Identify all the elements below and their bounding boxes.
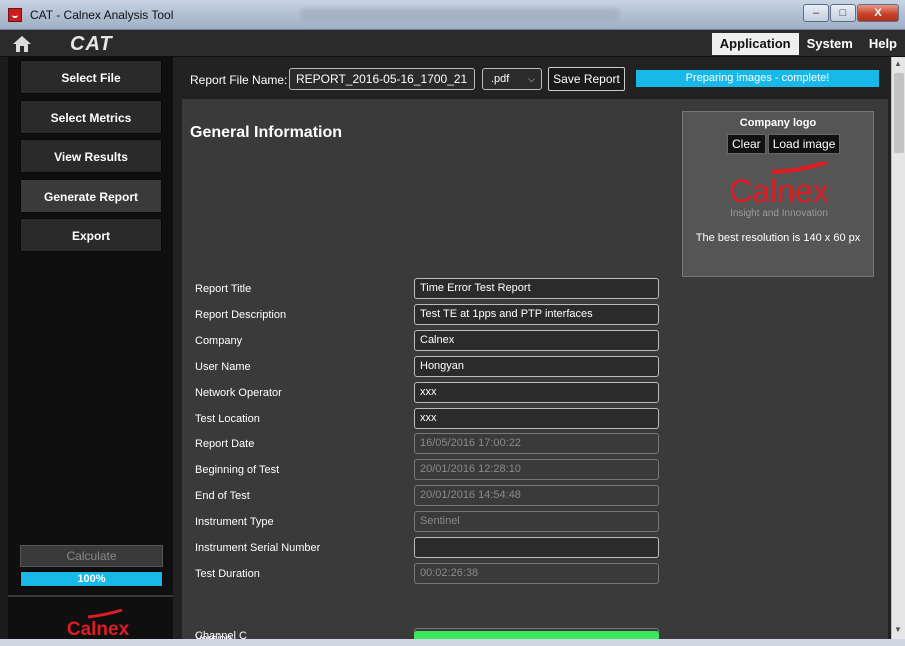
field-input: Sentinel — [414, 511, 659, 532]
field-input[interactable]: Test TE at 1pps and PTP interfaces — [414, 304, 659, 325]
field-label: Report Description — [195, 309, 287, 321]
file-name-label: Report File Name: — [190, 73, 288, 87]
menu-help[interactable]: Help — [861, 33, 905, 55]
sidebar-item-view-results[interactable]: View Results — [20, 139, 162, 173]
field-row: Report Description Test TE at 1pps and PT… — [182, 304, 672, 326]
menu-system[interactable]: System — [799, 33, 861, 55]
page-title: General Information — [190, 124, 343, 141]
field-label: Instrument Serial Number — [195, 542, 321, 554]
field-input: 20/01/2016 14:54:48 — [414, 485, 659, 506]
scrollbar[interactable]: ▲ ▼ — [891, 57, 905, 639]
field-row: Report Title Time Error Test Report — [182, 278, 672, 300]
sidebar-item-select-file[interactable]: Select File — [20, 60, 162, 94]
result-status-field — [414, 631, 659, 639]
menu-application[interactable]: Application — [711, 33, 799, 55]
field-row: Network Operator xxx — [182, 382, 672, 404]
maximize-button[interactable]: □ — [830, 4, 856, 22]
general-info-panel: General Information Company logo Clear L… — [182, 99, 888, 639]
sidebar-item-generate-report[interactable]: Generate Report — [20, 179, 162, 213]
field-input[interactable]: Calnex — [414, 330, 659, 351]
field-row: User Name Hongyan — [182, 356, 672, 378]
field-label: Beginning of Test — [195, 464, 280, 476]
field-row: Report Date 16/05/2016 17:00:22 — [182, 433, 672, 455]
extension-value: .pdf — [491, 73, 510, 85]
field-input[interactable] — [414, 537, 659, 558]
sidebar-divider — [8, 595, 173, 597]
home-icon[interactable] — [12, 35, 32, 53]
field-label: User Name — [195, 361, 251, 373]
field-input: 00:02:26:38 — [414, 563, 659, 584]
title-blur — [300, 8, 620, 20]
save-report-button[interactable]: Save Report — [548, 67, 625, 91]
field-row: Instrument Serial Number — [182, 537, 672, 559]
field-label: Report Title — [195, 283, 252, 295]
calnex-logo-text: Calnex — [67, 619, 130, 639]
field-row: Company Calnex — [182, 330, 672, 352]
clear-logo-button[interactable]: Clear — [727, 134, 766, 154]
status-banner: Preparing images - complete! — [636, 70, 879, 87]
progress-text: 100% — [77, 573, 106, 585]
logo-resolution-hint: The best resolution is 140 x 60 px — [695, 232, 861, 244]
field-input[interactable]: xxx — [414, 408, 659, 429]
field-input[interactable]: xxx — [414, 382, 659, 403]
company-logo-tagline: Insight and Innovation — [730, 208, 828, 218]
window-controls: – □ X — [802, 4, 899, 22]
calnex-logo: Calnex — [67, 609, 130, 639]
minimize-button[interactable]: – — [803, 4, 829, 22]
field-label: Instrument Type — [195, 516, 274, 528]
company-logo-label: Company logo — [739, 117, 817, 129]
channel-label: Channel C — [195, 630, 247, 639]
company-logo-text: Calnex — [729, 173, 829, 209]
app-icon — [8, 8, 22, 22]
cat-logo: CAT — [70, 33, 113, 55]
sidebar-item-select-metrics[interactable]: Select Metrics — [20, 100, 162, 134]
field-label: Report Date — [195, 438, 255, 450]
field-input[interactable]: Time Error Test Report — [414, 278, 659, 299]
sidebar-item-export[interactable]: Export — [20, 218, 162, 252]
main-menu: Application System Help — [711, 33, 905, 55]
field-input: 16/05/2016 17:00:22 — [414, 433, 659, 454]
window-titlebar: CAT - Calnex Analysis Tool – □ X — [0, 0, 905, 30]
field-row: Beginning of Test 20/01/2016 12:28:10 — [182, 459, 672, 481]
field-label: Test Location — [195, 413, 260, 425]
field-label: End of Test — [195, 490, 250, 502]
field-input[interactable]: Hongyan — [414, 356, 659, 377]
field-row: Test Duration 00:02:26:38 — [182, 563, 672, 585]
scroll-down-icon[interactable]: ▼ — [894, 625, 902, 634]
field-input: 20/01/2016 12:28:10 — [414, 459, 659, 480]
scroll-thumb[interactable] — [894, 73, 904, 153]
report-toolbar: Report File Name: REPORT_2016-05-16_1700… — [173, 57, 891, 95]
field-row: End of Test 20/01/2016 14:54:48 — [182, 485, 672, 507]
calculate-progress: 100% — [20, 571, 163, 587]
field-label: Network Operator — [195, 387, 282, 399]
company-logo-box: Company logo Clear Load image Calnex Ins… — [682, 111, 874, 277]
company-logo-image: Calnex Insight and Innovation — [729, 162, 829, 218]
window-bottom-edge — [0, 639, 905, 646]
close-button[interactable]: X — [857, 4, 899, 22]
field-row: Instrument Type Sentinel — [182, 511, 672, 533]
field-label: Test Duration — [195, 568, 260, 580]
main-content: Report File Name: REPORT_2016-05-16_1700… — [173, 57, 891, 639]
chevron-down-icon: ⌵ — [528, 74, 535, 84]
scroll-up-icon[interactable]: ▲ — [894, 59, 902, 68]
field-row-partial — [182, 631, 672, 639]
window-title: CAT - Calnex Analysis Tool — [30, 8, 174, 22]
calculate-button[interactable]: Calculate — [20, 545, 163, 567]
field-row: Test Location xxx — [182, 408, 672, 430]
file-name-input[interactable]: REPORT_2016-05-16_1700_21 — [289, 68, 475, 90]
logo-buttons: Clear Load image — [727, 134, 842, 154]
extension-select[interactable]: .pdf ⌵ — [482, 68, 542, 90]
load-image-button[interactable]: Load image — [767, 134, 841, 154]
app-header: CAT Application System Help — [0, 30, 905, 57]
field-label: Company — [195, 335, 243, 347]
sidebar: Select File Select Metrics View Results … — [8, 57, 173, 639]
